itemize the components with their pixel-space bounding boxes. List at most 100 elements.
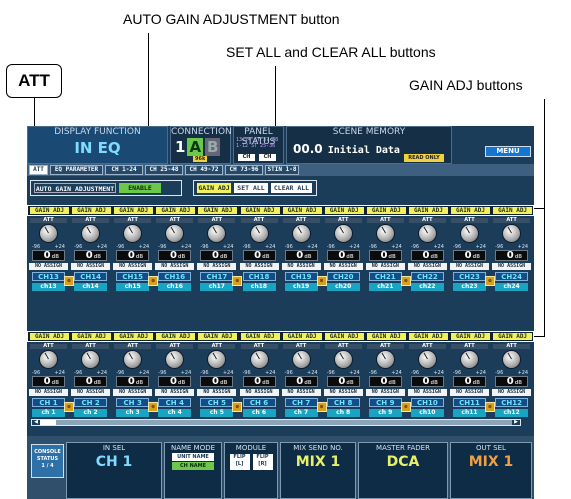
channel-id[interactable]: CH18 — [242, 272, 276, 281]
gain-adj-button[interactable]: GAIN ADJ — [282, 333, 322, 340]
att-knob[interactable] — [82, 351, 100, 368]
gain-adj-button[interactable]: GAIN ADJ — [451, 207, 490, 214]
att-value[interactable]: 0dB — [74, 250, 108, 261]
att-knob[interactable] — [208, 225, 226, 242]
gain-adj-button[interactable]: GAIN ADJ — [493, 207, 533, 214]
channel-id[interactable]: CH21 — [368, 272, 402, 281]
out-sel-cell[interactable]: OUT SEL MIX 1 — [450, 442, 532, 499]
channel-id[interactable]: CH 5 — [200, 398, 234, 407]
att-value[interactable]: 0dB — [495, 250, 529, 261]
set-all-button[interactable]: SET ALL — [234, 183, 268, 193]
connection-panel[interactable]: CONNECTION 1 A B 96k — [170, 126, 232, 164]
channel-id[interactable]: CH 3 — [116, 398, 150, 407]
att-value[interactable]: 0dB — [368, 250, 402, 261]
att-knob[interactable] — [166, 225, 184, 242]
channel-id[interactable]: CH 7 — [284, 398, 318, 407]
channel-id[interactable]: CH 1 — [32, 398, 65, 407]
clear-all-button[interactable]: CLEAR ALL — [271, 183, 312, 193]
gain-adj-button[interactable]: GAIN ADJ — [114, 207, 154, 214]
att-value[interactable]: 0dB — [326, 376, 360, 387]
att-knob[interactable] — [418, 225, 436, 242]
gain-adj-mode-button[interactable]: GAIN ADJ — [197, 183, 231, 193]
gain-adj-button[interactable]: GAIN ADJ — [240, 333, 280, 340]
tab-eq-parameter[interactable]: EQ PARAMETER — [50, 165, 103, 175]
gain-adj-button[interactable]: GAIN ADJ — [156, 333, 196, 340]
console-status-button[interactable]: CONSOLE STATUS 1 / 4 — [31, 444, 64, 478]
att-value[interactable]: 0dB — [326, 250, 360, 261]
att-value[interactable]: 0dB — [200, 376, 234, 387]
att-knob[interactable] — [250, 351, 268, 368]
tab-ch-73-96[interactable]: CH 73-96 — [225, 165, 263, 175]
tab-att[interactable]: ATT — [29, 165, 48, 175]
att-knob[interactable] — [124, 351, 142, 368]
att-value[interactable]: 0dB — [74, 376, 108, 387]
channel-id[interactable]: CH12 — [495, 398, 529, 407]
channel-id[interactable]: CH 9 — [368, 398, 402, 407]
gain-adj-button[interactable]: GAIN ADJ — [30, 207, 69, 214]
unit-name-button[interactable]: UNIT NAME — [172, 453, 214, 461]
att-value[interactable]: 0dB — [158, 376, 192, 387]
att-knob[interactable] — [418, 351, 436, 368]
att-knob[interactable] — [503, 351, 521, 368]
channel-id[interactable]: CH15 — [116, 272, 150, 281]
gain-adj-button[interactable]: GAIN ADJ — [282, 207, 322, 214]
flip-left-button[interactable]: FLIP [L] — [229, 454, 250, 470]
gain-adj-button[interactable]: GAIN ADJ — [156, 207, 196, 214]
auto-gain-enable-button[interactable]: ENABLE — [119, 183, 161, 193]
att-knob[interactable] — [334, 351, 352, 368]
channel-id[interactable]: CH13 — [32, 272, 65, 281]
tab-ch-49-72[interactable]: CH 49-72 — [185, 165, 223, 175]
att-value[interactable]: 0dB — [453, 250, 486, 261]
gain-adj-button[interactable]: GAIN ADJ — [72, 333, 112, 340]
gain-adj-button[interactable]: GAIN ADJ — [114, 333, 154, 340]
channel-id[interactable]: CH 8 — [326, 398, 360, 407]
channel-id[interactable]: CH17 — [200, 272, 234, 281]
channel-id[interactable]: CH11 — [453, 398, 486, 407]
att-knob[interactable] — [124, 225, 142, 242]
att-value[interactable]: 0dB — [410, 250, 444, 261]
flip-right-button[interactable]: FLIP [R] — [252, 454, 273, 470]
display-function-panel[interactable]: DISPLAY FUNCTION IN EQ — [27, 126, 168, 164]
channel-id[interactable]: CH 2 — [74, 398, 108, 407]
att-value[interactable]: 0dB — [410, 376, 444, 387]
att-knob[interactable] — [208, 351, 226, 368]
gain-adj-button[interactable]: GAIN ADJ — [408, 333, 448, 340]
att-knob[interactable] — [461, 225, 478, 242]
gain-adj-button[interactable]: GAIN ADJ — [198, 333, 238, 340]
att-knob[interactable] — [166, 351, 184, 368]
gain-adj-button[interactable]: GAIN ADJ — [451, 333, 490, 340]
gain-adj-button[interactable]: GAIN ADJ — [240, 207, 280, 214]
att-value[interactable]: 0dB — [453, 376, 486, 387]
mix-send-cell[interactable]: MIX SEND NO. MIX 1 — [280, 442, 356, 499]
att-knob[interactable] — [461, 351, 478, 368]
att-knob[interactable] — [292, 225, 310, 242]
gain-adj-button[interactable]: GAIN ADJ — [324, 207, 364, 214]
gain-adj-button[interactable]: GAIN ADJ — [366, 333, 406, 340]
gain-adj-button[interactable]: GAIN ADJ — [324, 333, 364, 340]
channel-id[interactable]: CH22 — [410, 272, 444, 281]
att-value[interactable]: 0dB — [158, 250, 192, 261]
scroll-thumb[interactable] — [40, 420, 56, 425]
att-knob[interactable] — [82, 225, 100, 242]
gain-adj-button[interactable]: GAIN ADJ — [198, 207, 238, 214]
att-knob[interactable] — [40, 225, 57, 242]
horizontal-scrollbar[interactable]: ◀ ▶ — [31, 419, 521, 426]
scroll-right-icon[interactable]: ▶ — [512, 420, 520, 425]
gain-adj-button[interactable]: GAIN ADJ — [30, 333, 69, 340]
att-value[interactable]: 0dB — [116, 376, 150, 387]
att-value[interactable]: 0dB — [284, 376, 318, 387]
tab-ch-1-24[interactable]: CH 1-24 — [105, 165, 143, 175]
att-knob[interactable] — [503, 225, 521, 242]
att-value[interactable]: 0dB — [284, 250, 318, 261]
att-value[interactable]: 0dB — [200, 250, 234, 261]
att-value[interactable]: 0dB — [32, 250, 65, 261]
channel-id[interactable]: CH10 — [410, 398, 444, 407]
att-knob[interactable] — [334, 225, 352, 242]
channel-id[interactable]: CH24 — [495, 272, 529, 281]
att-value[interactable]: 0dB — [242, 376, 276, 387]
att-value[interactable]: 0dB — [368, 376, 402, 387]
tab-ch-25-48[interactable]: CH 25-48 — [145, 165, 183, 175]
channel-id[interactable]: CH 6 — [242, 398, 276, 407]
menu-button[interactable]: MENU — [485, 146, 531, 157]
in-sel-cell[interactable]: IN SEL CH 1 — [66, 442, 162, 499]
